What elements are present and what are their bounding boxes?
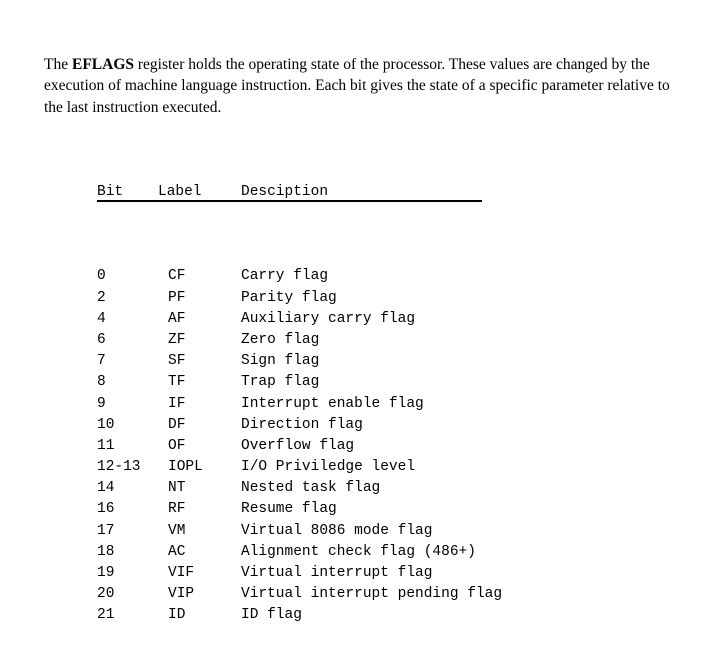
table-row: 4 AF Auxiliary carry flag [97,309,502,330]
cell-description: Direction flag [241,416,363,433]
cell-label: ZF [168,331,186,348]
table-body: 0 CF Carry flag 2 PF Parity flag 4 AF Auxiliary … [97,266,502,626]
cell-bit: 2 [97,289,106,306]
eflags-table: Bit Label Desciption 0 CF Carry flag 2 PF Parit… [97,118,502,648]
cell-bit: 8 [97,374,106,391]
header-underline-rule [97,199,482,202]
table-row: 0 CF Carry flag [97,266,502,287]
intro-paragraph: The EFLAGS register holds the operating … [44,54,686,119]
cell-description: Zero flag [241,331,320,348]
cell-bit: 6 [97,331,106,348]
cell-label: VIF [168,565,195,582]
table-row: 8 TF Trap flag [97,372,502,393]
intro-text-before: The [44,55,72,73]
cell-label: IOPL [168,459,203,476]
cell-bit: 0 [97,268,106,285]
cell-description: Auxiliary carry flag [241,310,416,327]
cell-description: Parity flag [241,289,337,306]
cell-description: I/O Priviledge level [241,459,416,476]
cell-bit: 12-13 [97,459,141,476]
cell-bit: 20 [97,586,115,603]
cell-label: ID [168,607,186,624]
cell-bit: 16 [97,501,115,518]
cell-description: Virtual interrupt pending flag [241,586,503,603]
table-row: 17 VM Virtual 8086 mode flag [97,521,502,542]
cell-description: Overflow flag [241,437,355,454]
table-row: 9 IF Interrupt enable flag [97,394,502,415]
cell-bit: 17 [97,522,115,539]
cell-description: Interrupt enable flag [241,395,424,412]
cell-bit: 10 [97,416,115,433]
table-row: 7 SF Sign flag [97,351,502,372]
cell-description: Alignment check flag (486+) [241,543,476,560]
cell-bit: 9 [97,395,106,412]
table-row: 11 OF Overflow flag [97,436,502,457]
cell-description: Trap flag [241,374,320,391]
table-row: 18 AC Alignment check flag (486+) [97,542,502,563]
cell-label: CF [168,268,186,285]
cell-description: Resume flag [241,501,337,518]
cell-label: SF [168,353,186,370]
cell-bit: 21 [97,607,115,624]
table-row: 16 RF Resume flag [97,499,502,520]
cell-description: ID flag [241,607,302,624]
cell-description: Sign flag [241,353,320,370]
table-row: 21 ID ID flag [97,605,502,626]
cell-bit: 18 [97,543,115,560]
cell-description: Nested task flag [241,480,381,497]
cell-label: RF [168,501,186,518]
cell-label: NT [168,480,186,497]
cell-bit: 11 [97,437,115,454]
cell-label: AF [168,310,186,327]
cell-bit: 4 [97,310,106,327]
cell-label: VM [168,522,186,539]
table-row: 19 VIF Virtual interrupt flag [97,563,502,584]
cell-bit: 14 [97,480,115,497]
cell-description: Carry flag [241,268,329,285]
table-row: 6 ZF Zero flag [97,330,502,351]
table-header-row: Bit Label Desciption [97,182,502,203]
table-row: 20 VIP Virtual interrupt pending flag [97,584,502,605]
cell-description: Virtual 8086 mode flag [241,522,433,539]
cell-label: VIP [168,586,195,603]
cell-label: PF [168,289,186,306]
cell-label: OF [168,437,186,454]
intro-text-after: register holds the operating state of th… [44,55,670,116]
table-row: 10 DF Direction flag [97,415,502,436]
table-row: 14 NT Nested task flag [97,478,502,499]
cell-label: IF [168,395,186,412]
cell-label: AC [168,543,186,560]
table-row: 2 PF Parity flag [97,288,502,309]
cell-bit: 19 [97,565,115,582]
cell-bit: 7 [97,353,106,370]
cell-label: TF [168,374,186,391]
cell-label: DF [168,416,186,433]
eflags-keyword: EFLAGS [71,55,134,73]
table-row: 12-13 IOPL I/O Priviledge level [97,457,502,478]
cell-description: Virtual interrupt flag [241,565,433,582]
